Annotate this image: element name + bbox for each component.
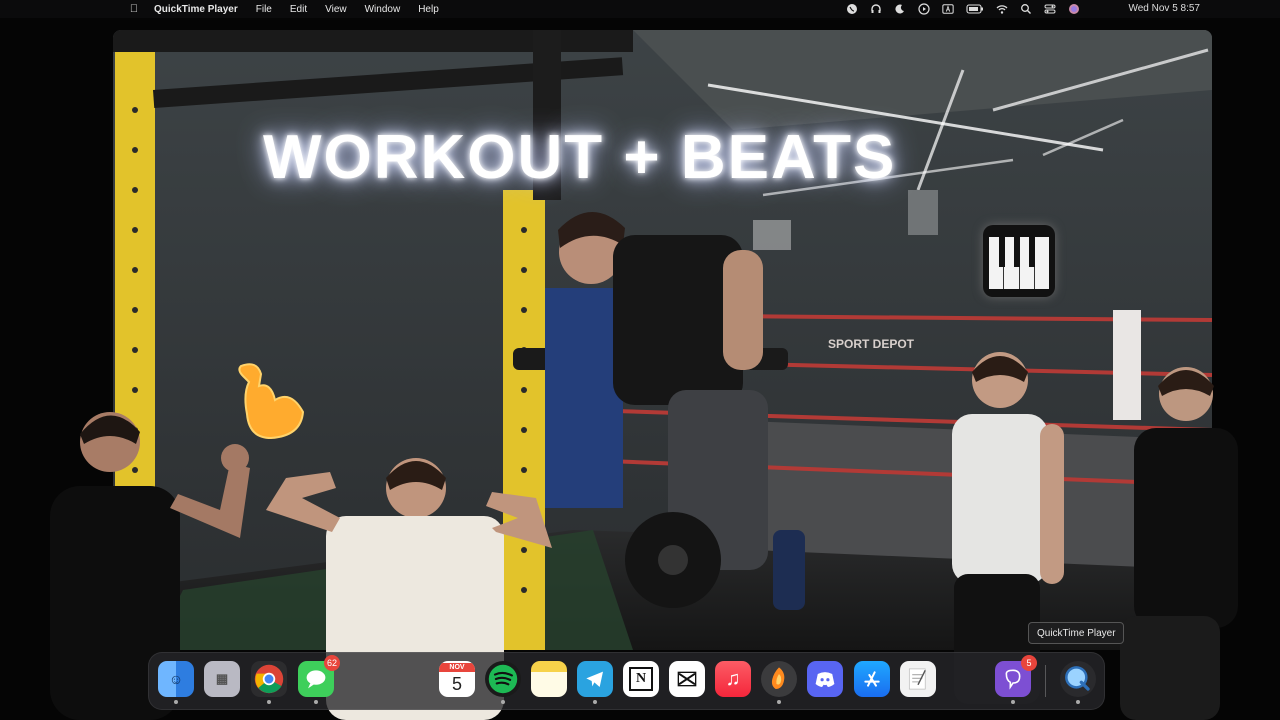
play-circle-icon[interactable] xyxy=(918,3,930,15)
input-source-icon[interactable] xyxy=(942,3,954,15)
running-indicator xyxy=(1011,700,1015,704)
fl-studio-icon xyxy=(771,667,785,689)
app-store-icon xyxy=(864,671,880,687)
dock-calendar[interactable]: NOV 5 xyxy=(439,661,475,697)
control-center-icon[interactable] xyxy=(1044,3,1056,15)
running-indicator xyxy=(174,700,178,704)
viber-icon xyxy=(1005,669,1021,690)
spotify-icon xyxy=(488,664,518,694)
dock-messages[interactable]: 62 xyxy=(298,655,340,704)
dock-tooltip: QuickTime Player xyxy=(1028,622,1124,644)
dock-app-store[interactable] xyxy=(854,661,890,697)
quicktime-icon xyxy=(1065,666,1090,691)
menu-file[interactable]: File xyxy=(256,4,272,15)
viber-status-icon[interactable] xyxy=(846,3,858,15)
chrome-icon xyxy=(254,664,284,694)
menu-edit[interactable]: Edit xyxy=(290,4,307,15)
running-indicator xyxy=(593,700,597,704)
apple-menu-icon[interactable]:  xyxy=(128,3,140,15)
finder-icon: ☺ xyxy=(168,671,184,687)
neon-title-text: WORKOUT + BEATS xyxy=(263,123,897,192)
battery-icon[interactable] xyxy=(966,3,984,15)
telegram-icon xyxy=(586,671,603,687)
launchpad-icon: ▦ xyxy=(215,671,229,686)
menu-window[interactable]: Window xyxy=(365,4,401,15)
dock-finder[interactable]: ☺ xyxy=(158,661,194,704)
dock-divider xyxy=(1045,665,1046,697)
dock-telegram[interactable] xyxy=(577,661,613,704)
dock-quicktime[interactable] xyxy=(1060,661,1096,704)
notion-icon: N xyxy=(629,667,653,691)
dock-viber[interactable]: 5 xyxy=(995,655,1037,704)
moon-icon[interactable] xyxy=(894,3,906,15)
running-indicator xyxy=(777,700,781,704)
messages-icon xyxy=(306,670,326,689)
dock-chrome[interactable] xyxy=(251,661,287,704)
headphones-icon[interactable] xyxy=(870,3,882,15)
running-indicator xyxy=(267,700,271,704)
menu-help[interactable]: Help xyxy=(418,4,439,15)
viber-badge: 5 xyxy=(1021,655,1037,671)
discord-icon xyxy=(815,672,835,687)
capcut-icon xyxy=(677,671,697,687)
dock-notion[interactable]: N xyxy=(623,661,659,697)
menu-bar:  QuickTime Player File Edit View Window… xyxy=(0,0,1280,18)
dock-music[interactable]: ♫ xyxy=(715,661,751,697)
menu-view[interactable]: View xyxy=(325,4,347,15)
dock-discord[interactable] xyxy=(807,661,843,697)
dock-fl-studio[interactable] xyxy=(761,661,797,704)
menu-clock[interactable]: Wed Nov 5 8:57 xyxy=(1128,3,1200,14)
siri-icon[interactable] xyxy=(1068,3,1080,15)
running-indicator xyxy=(314,700,318,704)
textedit-icon xyxy=(908,668,926,690)
running-indicator xyxy=(1076,700,1080,704)
dock-capcut[interactable] xyxy=(669,661,705,697)
spotlight-search-icon[interactable] xyxy=(1020,3,1032,15)
dock: ☺ ▦ 62 NOV 5 N ♫ 5 xyxy=(148,652,1105,710)
calendar-day: 5 xyxy=(451,673,462,694)
ring-banner-text: SPORT DEPOT xyxy=(828,337,915,351)
dock-spotify[interactable] xyxy=(485,661,521,704)
calendar-month: NOV xyxy=(439,662,475,672)
dock-launchpad[interactable]: ▦ xyxy=(204,661,240,697)
dock-textedit[interactable] xyxy=(900,661,936,697)
music-icon: ♫ xyxy=(725,667,741,690)
messages-badge: 62 xyxy=(324,655,340,671)
menu-app-name[interactable]: QuickTime Player xyxy=(154,4,238,15)
running-indicator xyxy=(501,700,505,704)
piano-icon xyxy=(983,225,1055,297)
wifi-icon[interactable] xyxy=(996,3,1008,15)
person-black-shirt-right xyxy=(1120,367,1238,720)
dock-notes[interactable] xyxy=(531,661,567,697)
